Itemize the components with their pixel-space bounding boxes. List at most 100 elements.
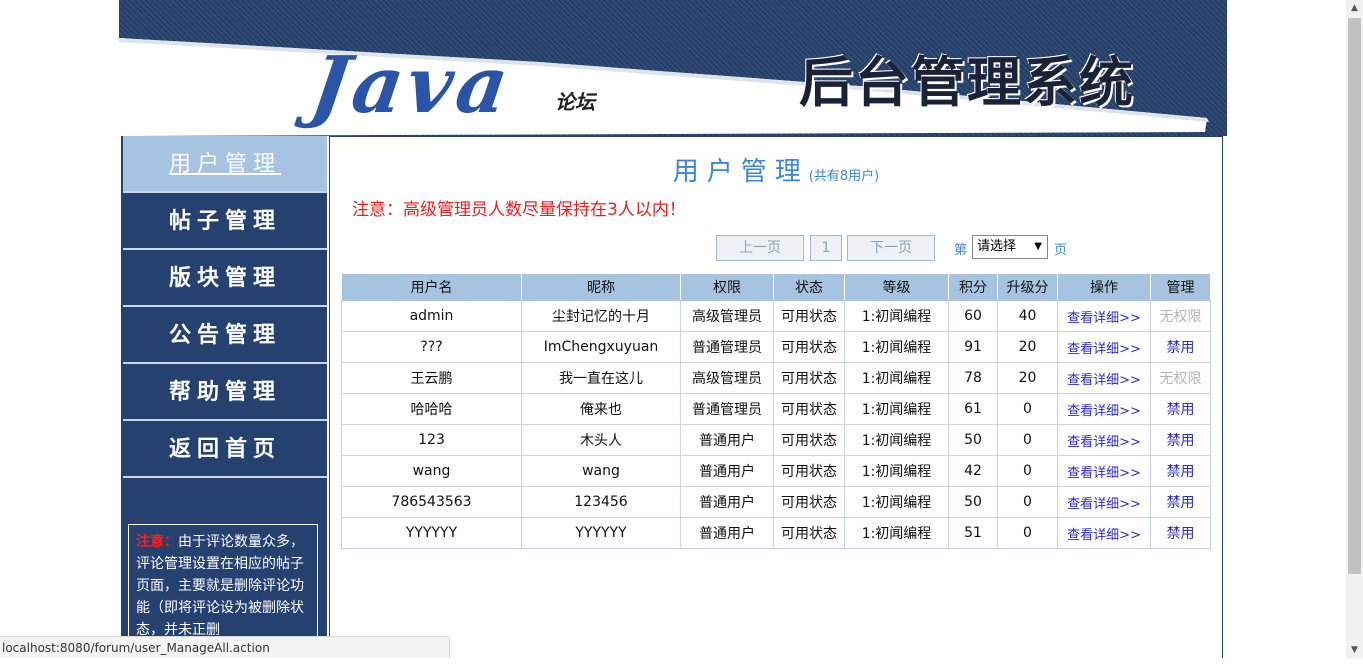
- cell-upgrade-points: 20: [997, 362, 1058, 394]
- chevron-down-icon: ▼: [1034, 241, 1042, 252]
- system-title: 后台管理系统: [799, 51, 1135, 114]
- cell-level: 1:初闻编程: [844, 517, 949, 549]
- page-select-value: 请选择: [977, 239, 1017, 254]
- cell-manage[interactable]: 禁用: [1150, 486, 1211, 518]
- cell-manage: 无权限: [1150, 300, 1211, 332]
- cell-status: 可用状态: [773, 424, 845, 456]
- cell-manage[interactable]: 禁用: [1150, 424, 1211, 456]
- sidebar-item-help-manage[interactable]: 帮助管理: [123, 364, 327, 421]
- header-banner: Java 论坛 后台管理系统: [119, 0, 1227, 136]
- cell-upgrade-points: 40: [997, 300, 1058, 332]
- cell-detail[interactable]: 查看详细>>: [1057, 486, 1151, 518]
- cell-detail[interactable]: 查看详细>>: [1057, 331, 1151, 363]
- cell-manage[interactable]: 禁用: [1150, 331, 1211, 363]
- table-row: 王云鹏 我一直在这儿 高级管理员 可用状态 1:初闻编程 78 20 查看详细>> 无权限: [341, 362, 1211, 394]
- col-header-manage: 管理: [1150, 273, 1211, 301]
- table-row: ??? ImChengxuyuan 普通管理员 可用状态 1:初闻编程 91 20 查看详细>…: [341, 331, 1211, 363]
- vertical-scrollbar[interactable]: ▲ ▼: [1346, 0, 1363, 658]
- next-page-button[interactable]: 下一页: [847, 235, 935, 261]
- user-table: 用户名 昵称 权限 状态 等级 积分 升级分 操作 管理 admin 尘封记忆的十…: [341, 273, 1211, 549]
- sidebar-item-announcement-manage[interactable]: 公告管理: [123, 307, 327, 364]
- cell-manage: 无权限: [1150, 362, 1211, 394]
- cell-manage[interactable]: 禁用: [1150, 517, 1211, 549]
- cell-username: 123: [341, 424, 522, 456]
- cell-detail[interactable]: 查看详细>>: [1057, 362, 1151, 394]
- cell-points: 50: [948, 486, 998, 518]
- cell-upgrade-points: 0: [997, 517, 1058, 549]
- cell-nickname: wang: [521, 455, 681, 487]
- col-header-level: 等级: [844, 273, 949, 301]
- cell-status: 可用状态: [773, 331, 845, 363]
- table-row: admin 尘封记忆的十月 高级管理员 可用状态 1:初闻编程 60 40 查看详细>> 无权限: [341, 300, 1211, 332]
- col-header-status: 状态: [773, 273, 845, 301]
- col-header-action: 操作: [1057, 273, 1151, 301]
- cell-status: 可用状态: [773, 393, 845, 425]
- cell-level: 1:初闻编程: [844, 486, 949, 518]
- cell-manage[interactable]: 禁用: [1150, 455, 1211, 487]
- cell-detail[interactable]: 查看详细>>: [1057, 424, 1151, 456]
- page-label-suffix: 页: [1054, 243, 1068, 258]
- cell-nickname: 尘封记忆的十月: [521, 300, 681, 332]
- cell-status: 可用状态: [773, 362, 845, 394]
- logo-subtitle: 论坛: [555, 90, 595, 114]
- sidebar-item-user-manage[interactable]: 用户管理: [123, 136, 327, 193]
- page-title-text: 用户管理: [672, 157, 809, 187]
- cell-points: 78: [948, 362, 998, 394]
- cell-points: 50: [948, 424, 998, 456]
- page-select[interactable]: 请选择 ▼: [972, 235, 1048, 259]
- cell-permission: 高级管理员: [680, 300, 774, 332]
- cell-username: admin: [341, 300, 522, 332]
- col-header-upgrade-points: 升级分: [997, 273, 1058, 301]
- cell-points: 60: [948, 300, 998, 332]
- cell-nickname: YYYYYY: [521, 517, 681, 549]
- cell-detail[interactable]: 查看详细>>: [1057, 300, 1151, 332]
- cell-status: 可用状态: [773, 455, 845, 487]
- cell-level: 1:初闻编程: [844, 362, 949, 394]
- cell-nickname: 俺来也: [521, 393, 681, 425]
- notice-label: 注意：: [136, 534, 178, 550]
- table-row: wang wang 普通用户 可用状态 1:初闻编程 42 0 查看详细>> 禁用: [341, 455, 1211, 487]
- sidebar-item-post-manage[interactable]: 帖子管理: [123, 193, 327, 250]
- cell-level: 1:初闻编程: [844, 455, 949, 487]
- cell-nickname: 木头人: [521, 424, 681, 456]
- col-header-nickname: 昵称: [521, 273, 681, 301]
- page-label-prefix: 第: [954, 243, 968, 258]
- cell-nickname: 我一直在这儿: [521, 362, 681, 394]
- table-row: 123 木头人 普通用户 可用状态 1:初闻编程 50 0 查看详细>> 禁用: [341, 424, 1211, 456]
- cell-nickname: 123456: [521, 486, 681, 518]
- cell-detail[interactable]: 查看详细>>: [1057, 393, 1151, 425]
- sidebar-item-board-manage[interactable]: 版块管理: [123, 250, 327, 307]
- col-header-points: 积分: [948, 273, 998, 301]
- cell-username: wang: [341, 455, 522, 487]
- scroll-up-icon[interactable]: ▲: [1346, 0, 1363, 16]
- main-content: 用户管理(共有8用户) 注意：高级管理员人数尽量保持在3人以内！ 上一页 1 下…: [329, 136, 1223, 658]
- cell-username: 王云鹏: [341, 362, 522, 394]
- cell-level: 1:初闻编程: [844, 393, 949, 425]
- cell-username: YYYYYY: [341, 517, 522, 549]
- cell-points: 51: [948, 517, 998, 549]
- page-frame: Java 论坛 后台管理系统 用户管理 帖子管理 版块管理 公告管理 帮助管理 …: [119, 0, 1227, 664]
- cell-manage[interactable]: 禁用: [1150, 393, 1211, 425]
- cell-detail[interactable]: 查看详细>>: [1057, 517, 1151, 549]
- current-page-button[interactable]: 1: [810, 235, 842, 261]
- cell-detail[interactable]: 查看详细>>: [1057, 455, 1151, 487]
- sidebar-item-back-home[interactable]: 返回首页: [123, 421, 327, 478]
- cell-upgrade-points: 20: [997, 331, 1058, 363]
- page-title: 用户管理(共有8用户): [330, 151, 1222, 188]
- cell-username: ???: [341, 331, 522, 363]
- cell-status: 可用状态: [773, 486, 845, 518]
- col-header-username: 用户名: [341, 273, 522, 301]
- cell-upgrade-points: 0: [997, 486, 1058, 518]
- cell-level: 1:初闻编程: [844, 424, 949, 456]
- cell-permission: 普通管理员: [680, 331, 774, 363]
- cell-points: 91: [948, 331, 998, 363]
- user-count: (共有8用户): [808, 169, 880, 184]
- scroll-down-icon[interactable]: ▼: [1346, 642, 1363, 658]
- scrollbar-thumb[interactable]: [1348, 18, 1361, 574]
- prev-page-button[interactable]: 上一页: [716, 235, 804, 261]
- browser-status-bar: localhost:8080/forum/user_ManageAll.acti…: [0, 636, 450, 658]
- cell-level: 1:初闻编程: [844, 300, 949, 332]
- table-body: admin 尘封记忆的十月 高级管理员 可用状态 1:初闻编程 60 40 查看详细>> 无权限…: [341, 300, 1211, 549]
- cell-permission: 普通用户: [680, 486, 774, 518]
- table-row: YYYYYY YYYYYY 普通用户 可用状态 1:初闻编程 51 0 查看详细>> 禁用: [341, 517, 1211, 549]
